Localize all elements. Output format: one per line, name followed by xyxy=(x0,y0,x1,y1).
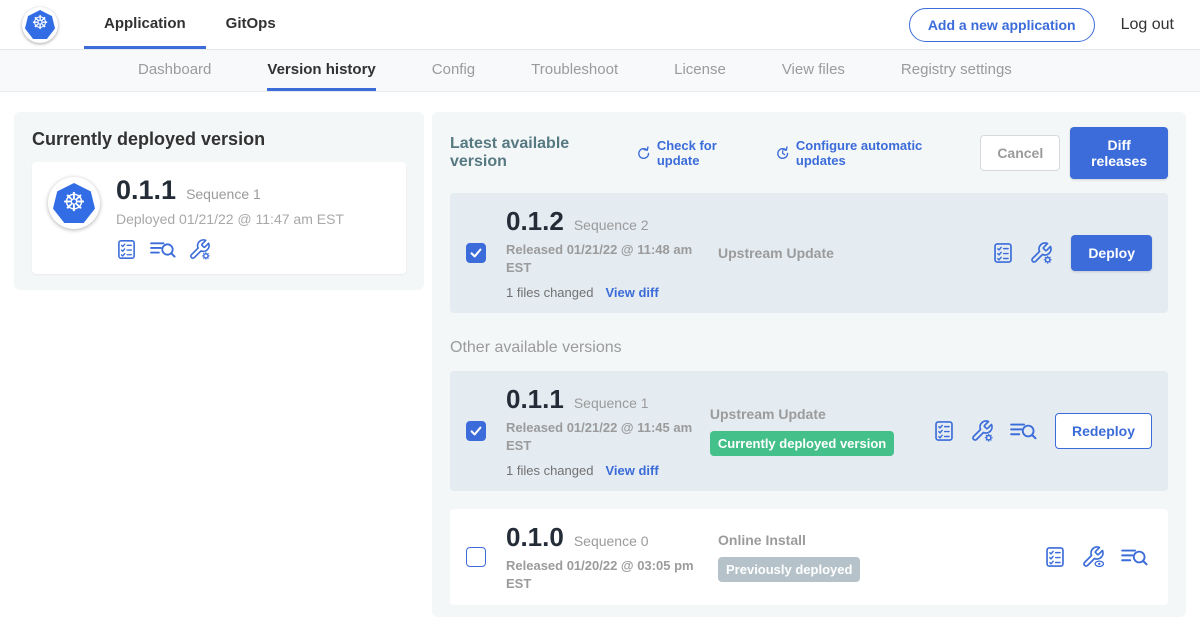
checkmark-icon xyxy=(468,245,484,261)
deploy-button[interactable]: Deploy xyxy=(1071,235,1152,271)
add-application-button[interactable]: Add a new application xyxy=(909,8,1095,42)
version-number: 0.1.0 xyxy=(506,522,564,553)
preflight-checks-icon[interactable] xyxy=(116,239,137,260)
deployed-version-number: 0.1.1 xyxy=(116,175,176,206)
subnav-tab-view-files[interactable]: View files xyxy=(782,50,845,91)
latest-available-title: Latest available version xyxy=(450,135,614,171)
check-for-update-link[interactable]: Check for update xyxy=(636,138,753,168)
subnav-tab-troubleshoot-label: Troubleshoot xyxy=(531,61,618,78)
subnav-tab-license-label: License xyxy=(674,61,726,78)
version-number: 0.1.2 xyxy=(506,206,564,237)
topnav-tab-application[interactable]: Application xyxy=(84,0,206,49)
check-for-update-label: Check for update xyxy=(657,138,753,168)
configure-automatic-updates-label: Configure automatic updates xyxy=(796,138,958,168)
sequence-label: Sequence 0 xyxy=(574,533,649,549)
checkmark-icon xyxy=(468,423,484,439)
preflight-checks-icon[interactable] xyxy=(1044,546,1066,568)
app-logo: ☸ xyxy=(48,177,100,229)
refresh-icon xyxy=(636,145,651,162)
edit-config-icon[interactable] xyxy=(1029,241,1053,265)
deployed-sequence-label: Sequence 1 xyxy=(186,186,261,202)
deployed-timestamp: Deployed 01/21/22 @ 11:47 am EST xyxy=(116,211,344,227)
version-checkbox[interactable] xyxy=(466,421,486,441)
redeploy-button[interactable]: Redeploy xyxy=(1055,413,1152,449)
other-versions-title: Other available versions xyxy=(450,339,1168,357)
top-navbar: ☸ Application GitOps Add a new applicati… xyxy=(0,0,1200,50)
currently-deployed-title: Currently deployed version xyxy=(32,129,406,150)
topnav-tab-gitops-label: GitOps xyxy=(226,15,276,32)
sequence-label: Sequence 1 xyxy=(574,395,649,411)
subnav-tab-version-history-label: Version history xyxy=(267,61,375,78)
available-versions-panel: Latest available version Check for updat… xyxy=(432,112,1186,617)
currently-deployed-panel: Currently deployed version ☸ 0.1.1 Seque… xyxy=(14,112,424,290)
deployed-version-card: ☸ 0.1.1 Sequence 1 Deployed 01/21/22 @ 1… xyxy=(32,162,406,274)
files-changed-label: 1 files changed xyxy=(506,285,593,300)
deploy-logs-icon[interactable] xyxy=(149,238,176,261)
main-content: Currently deployed version ☸ 0.1.1 Seque… xyxy=(0,92,1200,634)
clock-refresh-icon xyxy=(775,145,790,162)
kubernetes-wheel-icon: ☸ xyxy=(62,189,85,215)
version-source-label: Upstream Update xyxy=(718,245,950,261)
subnav-tab-license[interactable]: License xyxy=(674,50,726,91)
subnav-tab-view-files-label: View files xyxy=(782,61,845,78)
edit-config-icon[interactable] xyxy=(970,419,994,443)
view-diff-link[interactable]: View diff xyxy=(605,285,658,300)
subnav-tab-troubleshoot[interactable]: Troubleshoot xyxy=(531,50,618,91)
version-card-0-1-0: 0.1.0 Sequence 0 Released 01/20/22 @ 03:… xyxy=(450,509,1168,605)
version-checkbox[interactable] xyxy=(466,547,486,567)
version-card-0-1-2: 0.1.2 Sequence 2 Released 01/21/22 @ 11:… xyxy=(450,193,1168,313)
release-timestamp: Released 01/21/22 @ 11:48 am EST xyxy=(506,241,706,276)
deploy-logs-icon[interactable] xyxy=(1120,545,1148,569)
deploy-logs-icon[interactable] xyxy=(1009,419,1037,443)
kubernetes-heptagon: ☸ xyxy=(53,183,95,223)
configure-automatic-updates-link[interactable]: Configure automatic updates xyxy=(775,138,959,168)
topnav-tab-gitops[interactable]: GitOps xyxy=(206,0,296,49)
files-changed-label: 1 files changed xyxy=(506,463,593,478)
currently-deployed-badge: Currently deployed version xyxy=(710,431,894,456)
subnav-tab-config-label: Config xyxy=(432,61,475,78)
version-checkbox[interactable] xyxy=(466,243,486,263)
subnav-tab-version-history[interactable]: Version history xyxy=(267,50,375,91)
version-source-label: Upstream Update xyxy=(710,406,933,422)
view-diff-link[interactable]: View diff xyxy=(605,463,658,478)
subnav-tab-registry-settings[interactable]: Registry settings xyxy=(901,50,1012,91)
topnav-tab-application-label: Application xyxy=(104,15,186,32)
logout-button[interactable]: Log out xyxy=(1121,16,1174,34)
kubernetes-logo: ☸ xyxy=(22,7,58,43)
version-card-0-1-1: 0.1.1 Sequence 1 Released 01/21/22 @ 11:… xyxy=(450,371,1168,491)
subnav-tab-dashboard[interactable]: Dashboard xyxy=(138,50,211,91)
kubernetes-heptagon: ☸ xyxy=(25,10,55,39)
release-timestamp: Released 01/20/22 @ 03:05 pm EST xyxy=(506,557,706,592)
subnav-tab-config[interactable]: Config xyxy=(432,50,475,91)
sequence-label: Sequence 2 xyxy=(574,217,649,233)
release-timestamp: Released 01/21/22 @ 11:45 am EST xyxy=(506,419,706,454)
view-config-icon[interactable] xyxy=(1081,545,1105,569)
preflight-checks-icon[interactable] xyxy=(933,420,955,442)
subnav-tab-dashboard-label: Dashboard xyxy=(138,61,211,78)
diff-releases-button[interactable]: Diff releases xyxy=(1070,127,1168,179)
preflight-checks-icon[interactable] xyxy=(992,242,1014,264)
previously-deployed-badge: Previously deployed xyxy=(718,557,860,582)
app-subnav: Dashboard Version history Config Trouble… xyxy=(0,50,1200,92)
kubernetes-wheel-icon: ☸ xyxy=(31,14,48,33)
edit-config-icon[interactable] xyxy=(188,238,211,261)
subnav-tab-registry-settings-label: Registry settings xyxy=(901,61,1012,78)
version-number: 0.1.1 xyxy=(506,384,564,415)
cancel-button[interactable]: Cancel xyxy=(980,135,1060,171)
version-source-label: Online Install xyxy=(718,532,950,548)
